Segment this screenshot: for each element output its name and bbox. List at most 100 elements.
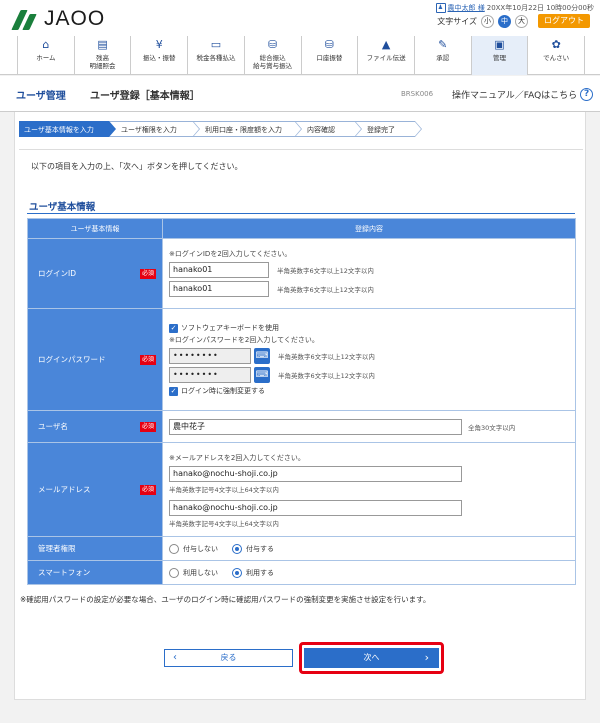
chevron-right-icon: ›: [424, 651, 429, 664]
required-badge: 必須: [139, 354, 156, 365]
next-button[interactable]: 次へ ›: [304, 648, 439, 668]
nav-bulk-transfer[interactable]: ⛁ 総合振込 給与賞与振込: [243, 36, 301, 75]
table-row: 管理者権限 付与しない 付与する: [27, 536, 576, 561]
email-hint: 半角英数字記号4文字以上64文字以内: [169, 486, 279, 494]
table-row: ログインパスワード 必須 ✓ ソフトウェアキーボードを使用 ※ログインパスワード…: [27, 308, 576, 411]
file-icon: ▲: [381, 38, 391, 51]
footnote: ※確認用パスワードの設定が必要な場合、ユーザのログイン時に確認用パスワードの強制…: [20, 595, 431, 604]
help-icon: ?: [580, 88, 594, 101]
nav-balance[interactable]: ▤ 残高 明細照会: [73, 36, 131, 75]
manual-link[interactable]: 操作マニュアル／FAQはこちら ?: [452, 88, 594, 101]
keyboard-icon[interactable]: ⌨: [254, 367, 270, 383]
table-row: ログインID 必須 ※ログインIDを2回入力してください。 hanako01 半…: [27, 238, 576, 309]
keyboard-icon[interactable]: ⌨: [254, 348, 270, 364]
font-size-large-button[interactable]: 大: [515, 14, 528, 28]
smartphone-cell: 利用しない 利用する: [162, 560, 576, 585]
transfer-icon: ¥: [155, 38, 163, 51]
email-confirm-hint: 半角英数字記号4文字以上64文字以内: [169, 520, 279, 528]
check-icon: ✓: [169, 386, 178, 396]
force-change-checkbox[interactable]: ✓ ログイン時に強制変更する: [169, 386, 569, 396]
password-confirm-input[interactable]: ••••••••: [169, 367, 251, 383]
email-note: ※メールアドレスを2回入力してください。: [169, 454, 305, 462]
page-title: ユーザ登録［基本情報］: [90, 91, 200, 102]
logo[interactable]: JAOO: [11, 6, 105, 32]
login-id-confirm-input[interactable]: hanako01: [169, 281, 269, 297]
admin-permission-label: 管理者権限: [27, 536, 163, 561]
bulk-transfer-icon: ⛁: [268, 38, 278, 51]
admin-icon: ▣: [494, 38, 505, 51]
required-badge: 必須: [139, 484, 156, 495]
step-basic-info: ユーザ基本情報を入力: [19, 121, 116, 137]
header: JAOO ♟ 農中太郎 様 20XX年10月22日 10時00分00秒 文字サイ…: [0, 0, 600, 75]
font-size-small-button[interactable]: 小: [481, 14, 494, 28]
category-title: ユーザ管理: [16, 91, 66, 102]
home-icon: ⌂: [42, 38, 50, 51]
login-id-label: ログインID 必須: [27, 238, 163, 309]
software-keyboard-checkbox[interactable]: ✓ ソフトウェアキーボードを使用: [169, 323, 569, 333]
password-cell: ✓ ソフトウェアキーボードを使用 ※ログインパスワードを2回入力してください。 …: [162, 308, 576, 411]
nav-transfer[interactable]: ¥ 振込・振替: [130, 36, 187, 75]
password-confirm-hint: 半角英数字6文字以上12文字以内: [278, 372, 375, 380]
login-id-hint: 半角英数字6文字以上12文字以内: [277, 267, 374, 275]
nav-tax[interactable]: ▭ 税金各種払込: [187, 36, 244, 75]
tax-icon: ▭: [210, 38, 222, 51]
password-label: ログインパスワード 必須: [27, 308, 163, 411]
nav-admin[interactable]: ▣ 管理: [470, 36, 528, 75]
nav-account-transfer[interactable]: ⛁ 口座振替: [300, 36, 358, 75]
admin-off-radio[interactable]: 付与しない: [169, 543, 218, 554]
table-row: ユーザ名 必須 農中花子 全角30文字以内: [27, 410, 576, 443]
global-nav: ⌂ ホーム ▤ 残高 明細照会 ¥ 振込・振替 ▭ 税金各種払込 ⛁ 総合振込 給与賞与振…: [17, 36, 586, 75]
font-size-medium-button[interactable]: 中: [498, 14, 511, 28]
font-size-label: 文字サイズ: [437, 16, 477, 26]
nav-densai[interactable]: ✿ でんさい: [527, 36, 586, 75]
password-input[interactable]: ••••••••: [169, 348, 251, 364]
login-id-confirm-hint: 半角英数字6文字以上12文字以内: [277, 286, 374, 294]
screen-id: BRSK006: [401, 90, 434, 98]
step-account-limit: 利用口座・限度額を入力: [193, 121, 302, 137]
user-info: ♟ 農中太郎 様 20XX年10月22日 10時00分00秒: [435, 3, 594, 13]
approval-icon: ✎: [438, 38, 448, 51]
check-icon: ✓: [169, 323, 178, 333]
table-header-item: ユーザ基本情報: [27, 218, 163, 239]
nav-file[interactable]: ▲ ファイル伝送: [357, 36, 414, 75]
table-row: スマートフォン 利用しない 利用する: [27, 560, 576, 585]
user-name-hint: 全角30文字以内: [468, 423, 516, 432]
logout-button[interactable]: ログアウト: [538, 14, 590, 28]
user-icon: ♟: [435, 3, 446, 13]
step-permission: ユーザ権限を入力: [109, 121, 200, 137]
smartphone-on-radio[interactable]: 利用する: [232, 567, 274, 578]
step-confirm: 内容確認: [295, 121, 362, 137]
email-cell: ※メールアドレスを2回入力してください。 hanako@nochu-shoji.…: [162, 442, 576, 537]
densai-icon: ✿: [551, 38, 561, 51]
smartphone-label: スマートフォン: [27, 560, 163, 585]
logo-mark-icon: [11, 8, 40, 30]
login-time: 20XX年10月22日 10時00分00秒: [486, 4, 594, 12]
user-name-input[interactable]: 農中花子: [169, 418, 462, 435]
nav-approval[interactable]: ✎ 承認: [413, 36, 471, 75]
font-size-selector: 文字サイズ 小 中 大 ログアウト: [437, 14, 590, 28]
intro-text: 以下の項目を入力の上、「次へ」ボタンを押してください。: [31, 162, 243, 171]
user-name-link[interactable]: 農中太郎 様: [448, 3, 485, 13]
email-input[interactable]: hanako@nochu-shoji.co.jp: [169, 466, 462, 482]
smartphone-off-radio[interactable]: 利用しない: [169, 567, 218, 578]
email-confirm-input[interactable]: hanako@nochu-shoji.co.jp: [169, 500, 462, 516]
step-complete: 登録完了: [355, 121, 422, 137]
balance-icon: ▤: [97, 38, 108, 51]
admin-on-radio[interactable]: 付与する: [232, 543, 274, 554]
password-note: ※ログインパスワードを2回入力してください。: [169, 336, 319, 344]
table-header-content: 登録内容: [162, 218, 576, 239]
required-badge: 必須: [139, 268, 156, 279]
login-id-input[interactable]: hanako01: [169, 262, 269, 278]
account-transfer-icon: ⛁: [324, 38, 334, 51]
user-name-cell: 農中花子 全角30文字以内: [162, 410, 576, 443]
divider: [19, 149, 583, 150]
section-underline: [27, 213, 575, 214]
back-button[interactable]: ‹ 戻る: [164, 649, 293, 667]
step-indicator: ユーザ基本情報を入力 ユーザ権限を入力 利用口座・限度額を入力 内容確認 登録完…: [19, 121, 422, 137]
admin-permission-cell: 付与しない 付与する: [162, 536, 576, 561]
chevron-left-icon: ‹: [173, 652, 177, 663]
section-title: ユーザ基本情報: [29, 202, 96, 213]
email-label: メールアドレス 必須: [27, 442, 163, 537]
login-id-cell: ※ログインIDを2回入力してください。 hanako01 半角英数字6文字以上1…: [162, 238, 576, 309]
nav-home[interactable]: ⌂ ホーム: [17, 36, 74, 75]
